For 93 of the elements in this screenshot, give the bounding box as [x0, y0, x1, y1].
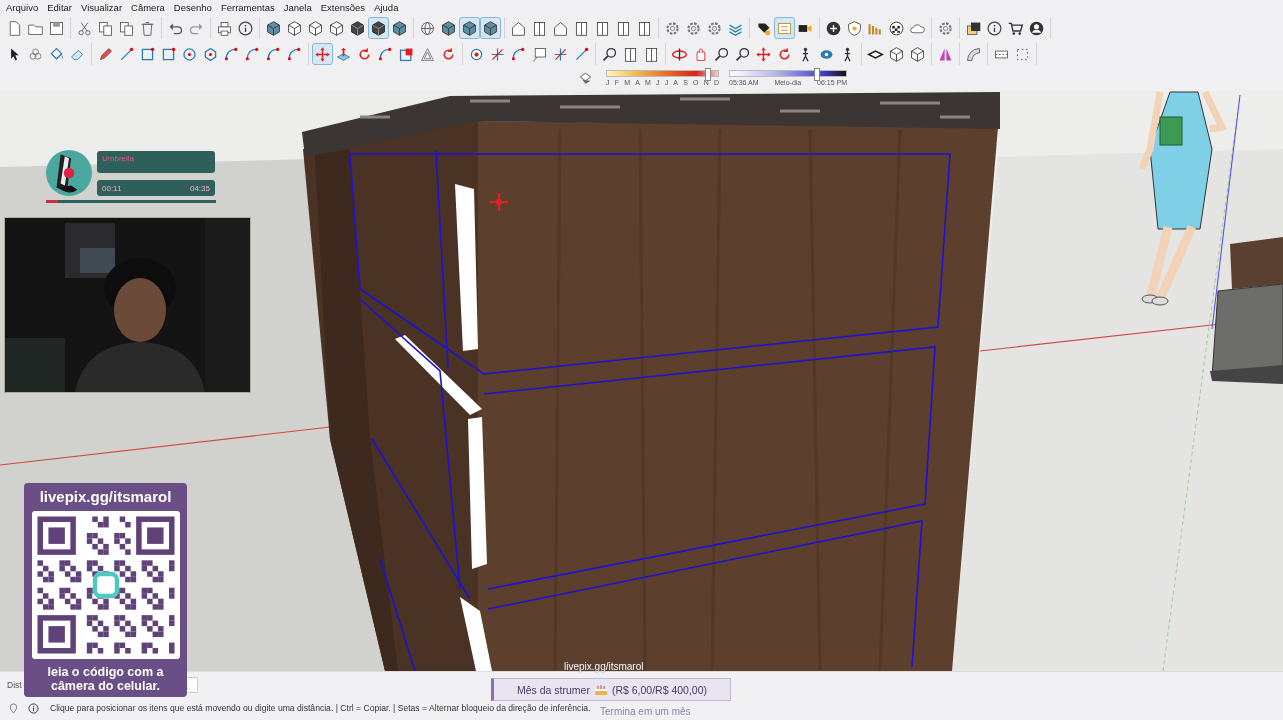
pencil-icon: [97, 45, 114, 63]
plus-icon: [825, 19, 842, 37]
menu-item[interactable]: Desenho: [173, 2, 212, 13]
goal-label: Mês da strumer: [516, 683, 590, 696]
panel-icon: [622, 45, 639, 63]
cube-icon: [461, 19, 478, 37]
cube-icon: [370, 19, 387, 37]
menu-item[interactable]: Ferramentas: [220, 2, 275, 13]
paint-bucket-icon: [48, 45, 65, 63]
printer-icon: [216, 19, 233, 37]
cake-icon: [593, 683, 608, 696]
gear-icon: [685, 19, 702, 37]
circle-icon: [181, 45, 198, 63]
toolbar-button[interactable]: [459, 17, 480, 39]
goal-note: Termina em um mês: [600, 706, 691, 717]
trash-icon: [139, 19, 156, 37]
song-title: Umbrella: [102, 154, 134, 163]
gear-icon: [706, 19, 723, 37]
measurement-label: Dist: [7, 680, 22, 690]
polygon-icon: [202, 45, 219, 63]
panel-icon: [594, 19, 611, 37]
cube-icon: [391, 19, 408, 37]
curved-pipe-icon: [965, 45, 982, 63]
info-icon: [237, 19, 254, 37]
line-icon: [118, 45, 135, 63]
house-icon: [510, 19, 527, 37]
qr-caption: leia o código com a câmera do celular.: [46, 665, 165, 693]
cube-icon: [349, 19, 366, 37]
copy-icon: [97, 19, 114, 37]
arc-icon: [286, 45, 303, 63]
house-icon: [552, 19, 569, 37]
toolbar-button[interactable]: [480, 17, 501, 39]
info-icon[interactable]: [28, 702, 39, 714]
toolbar-button[interactable]: [368, 17, 389, 39]
arc-icon: [244, 45, 261, 63]
panel-icon: [615, 19, 632, 37]
move-icon: [314, 45, 331, 63]
goal-url: livepix.gg/itsmarol: [564, 661, 644, 672]
slider-thumb[interactable]: [704, 68, 711, 81]
magnifier-icon: [601, 45, 618, 63]
offset-icon: [419, 45, 436, 63]
shadow-icon: [578, 70, 593, 86]
qr-heading: livepix.gg/itsmarol: [39, 487, 172, 507]
total-time: 04:35: [189, 183, 210, 193]
menu-item[interactable]: Editar: [47, 2, 73, 13]
info-icon: [986, 19, 1003, 37]
user-icon: [1028, 19, 1045, 37]
save-icon: [48, 19, 65, 37]
copy-icon: [118, 19, 135, 37]
cube-icon: [482, 19, 499, 37]
panel-icon: [636, 19, 653, 37]
panel-icon: [573, 19, 590, 37]
magnifier-icon: [713, 45, 730, 63]
slider-thumb[interactable]: [813, 68, 820, 81]
cube-icon: [286, 19, 303, 37]
panel-icon: [643, 45, 660, 63]
scissors-icon: [76, 19, 93, 37]
menu-item[interactable]: Arquivo: [6, 2, 39, 13]
goal-amount: (R$ 6,00/R$ 400,00): [611, 683, 708, 696]
panel-icon: [531, 19, 548, 37]
cube-icon: [888, 45, 905, 63]
menu-item[interactable]: Extensões: [320, 2, 366, 13]
component-icon: [27, 45, 44, 63]
push-pull-icon: [335, 45, 352, 63]
globe-icon: [419, 19, 436, 37]
arc-icon: [265, 45, 282, 63]
menu-item[interactable]: Câmera: [131, 2, 165, 13]
menu-item[interactable]: Janela: [283, 2, 312, 13]
cube-icon: [328, 19, 345, 37]
menu-item[interactable]: Ajuda: [374, 2, 399, 13]
cube-icon: [265, 19, 282, 37]
shield-icon: [846, 19, 863, 37]
move-icon: [755, 45, 772, 63]
arc-icon: [223, 45, 240, 63]
rectangle-icon: [160, 45, 177, 63]
status-message: Clique para posicionar os itens que está movendo ou digite uma distância. | Ctrl = Copiar. | Setas = Alternar bloqueio da direção de inferência.: [50, 703, 591, 713]
checker-icon: [888, 19, 905, 37]
arc-icon: [377, 45, 394, 63]
menu-item[interactable]: Visualizar: [81, 2, 123, 13]
arc-icon: [510, 45, 527, 63]
measurement-field[interactable]: [188, 677, 198, 693]
line-icon: [573, 45, 590, 63]
gear-icon: [664, 19, 681, 37]
elapsed-time: 00:11: [102, 183, 122, 193]
gear-icon: [937, 19, 954, 37]
magnifier-icon: [734, 45, 751, 63]
rectangle-icon: [139, 45, 156, 63]
text-icon: [531, 45, 548, 63]
cube-icon: [307, 19, 324, 37]
cube-icon: [909, 45, 926, 63]
cube-icon: [440, 19, 457, 37]
move-cursor-icon: [489, 192, 509, 212]
location-pin-icon: [8, 702, 19, 714]
